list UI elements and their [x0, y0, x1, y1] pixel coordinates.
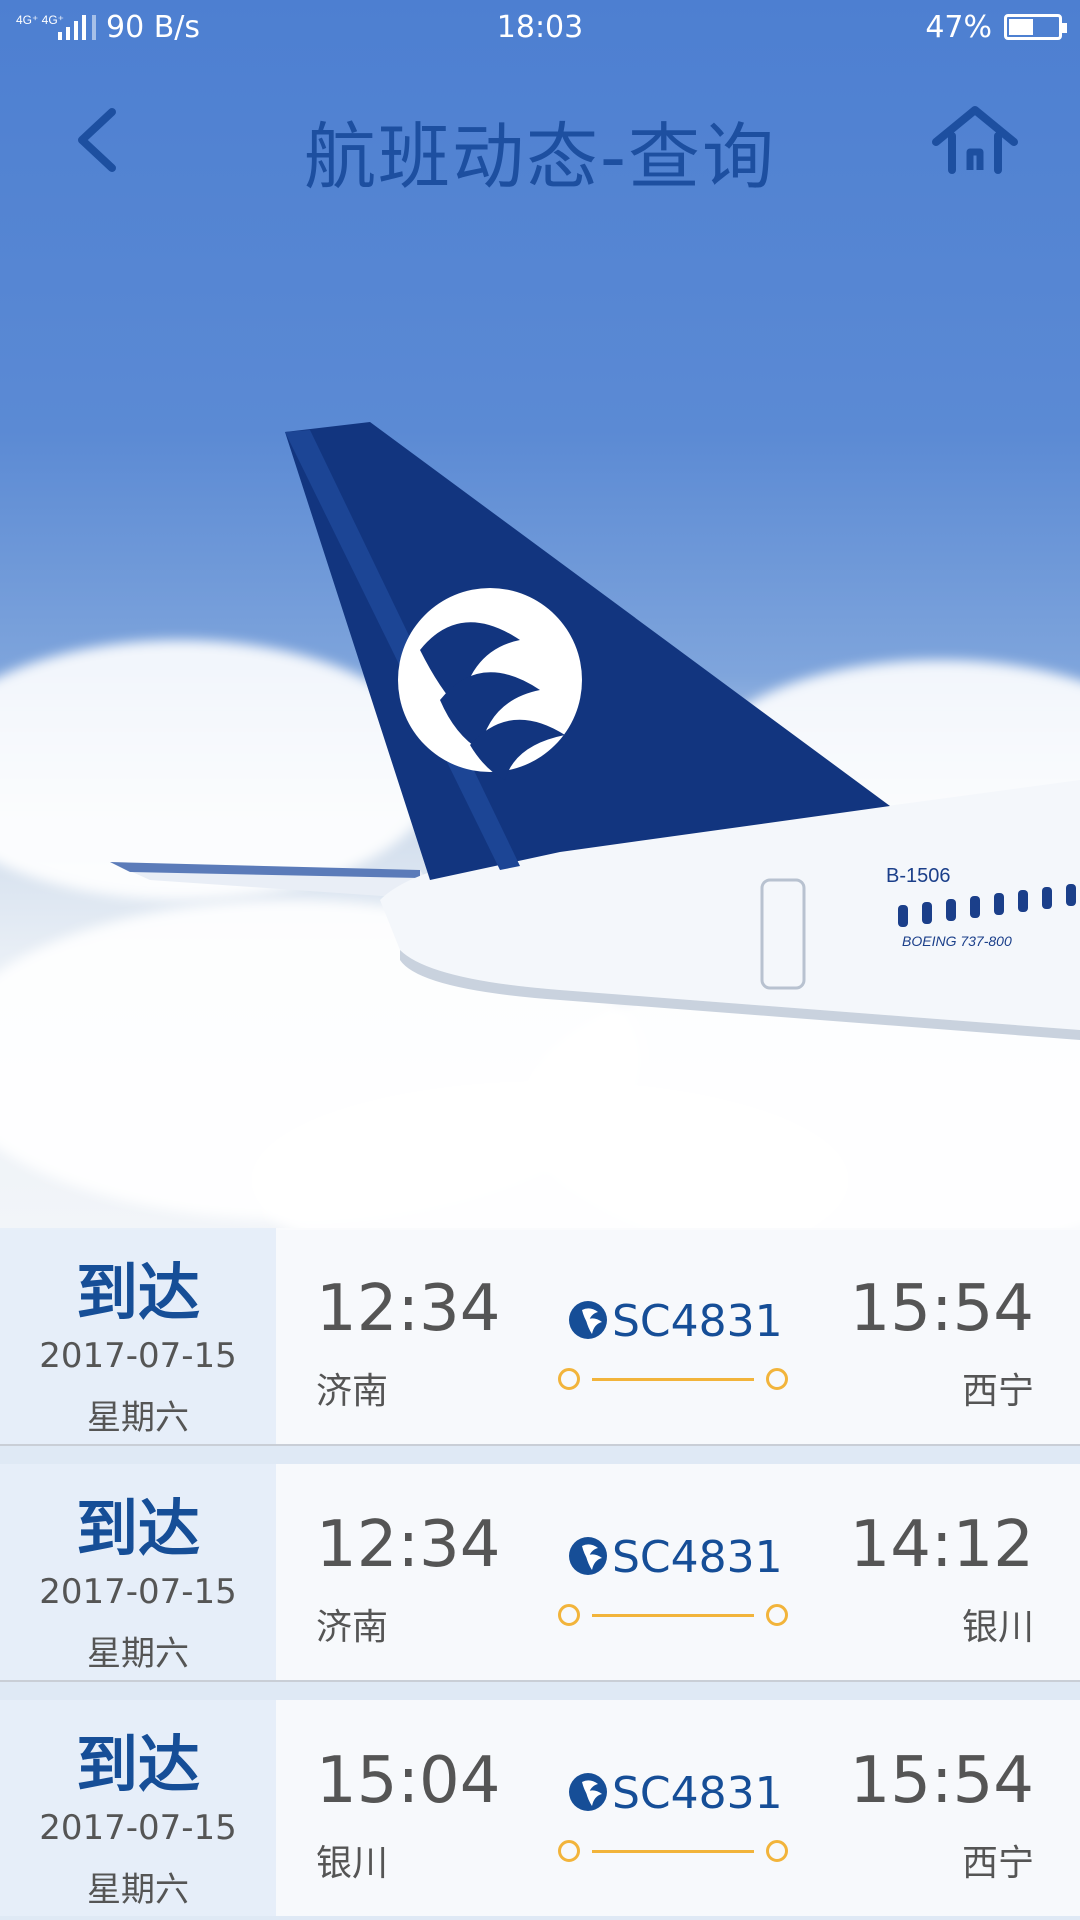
flight-number: SC4831: [612, 1532, 783, 1583]
status-bar: 4G⁺ 4G⁺ 90 B/s 18:03 47%: [0, 0, 1080, 56]
title-bar: 航班动态-查询: [0, 80, 1080, 200]
origin-dot: [558, 1840, 580, 1862]
arrival-time: 15:54: [849, 1744, 1034, 1818]
date-cell: 到达 2017-07-15 星期六: [0, 1228, 276, 1444]
row-divider: [0, 1680, 1080, 1682]
route-line: [558, 1838, 788, 1864]
arrival-city: 西宁: [961, 1843, 1034, 1884]
flight-date: 2017-07-15: [39, 1572, 237, 1612]
home-icon: [932, 106, 1018, 174]
flight-info: 12:34 济南 SC4831 14:12 银川: [276, 1464, 1080, 1680]
home-button[interactable]: [930, 100, 1020, 180]
row-divider: [0, 1444, 1080, 1446]
destination-dot: [766, 1840, 788, 1862]
destination-dot: [766, 1368, 788, 1390]
departure-city: 银川: [316, 1843, 389, 1884]
battery-icon: [1004, 14, 1067, 40]
svg-text:B-1506: B-1506: [886, 865, 951, 887]
flight-info: 15:04 银川 SC4831 15:54 西宁: [276, 1700, 1080, 1916]
flight-row[interactable]: 到达 2017-07-15 星期六 12:34 济南 SC4831 14:12: [0, 1464, 1080, 1680]
flight-number: SC4831: [612, 1768, 783, 1819]
departure-city: 济南: [316, 1607, 389, 1648]
flight-status: 到达: [75, 1256, 200, 1329]
flight-row[interactable]: 到达 2017-07-15 星期六 12:34 济南 SC4831 15:54: [0, 1228, 1080, 1444]
departure-time: 12:34: [316, 1272, 501, 1346]
date-cell: 到达 2017-07-15 星期六: [0, 1700, 276, 1916]
date-cell: 到达 2017-07-15 星期六: [0, 1464, 276, 1680]
origin-dot: [558, 1604, 580, 1626]
destination-dot: [766, 1604, 788, 1626]
departure-city: 济南: [316, 1371, 389, 1412]
arrival-time: 14:12: [849, 1508, 1034, 1582]
origin-dot: [558, 1368, 580, 1390]
battery-percentage: 47%: [925, 10, 992, 45]
flight-info: 12:34 济南 SC4831 15:54 西宁: [276, 1228, 1080, 1444]
page-title: 航班动态-查询: [304, 115, 776, 199]
route-line: [558, 1602, 788, 1628]
flight-status: 到达: [75, 1728, 200, 1801]
airline-logo-icon: [569, 1537, 607, 1575]
route-line: [558, 1366, 788, 1392]
arrival-city: 西宁: [961, 1371, 1034, 1412]
flight-weekday: 星期六: [87, 1634, 189, 1674]
departure-time: 12:34: [316, 1508, 501, 1582]
clock: 18:03: [496, 10, 584, 45]
airline-logo-icon: [569, 1773, 607, 1811]
flight-row[interactable]: 到达 2017-07-15 星期六 15:04 银川 SC4831 15:54: [0, 1700, 1080, 1916]
flight-status: 到达: [75, 1492, 200, 1565]
flight-date: 2017-07-15: [39, 1336, 237, 1376]
arrival-time: 15:54: [849, 1272, 1034, 1346]
flight-number: SC4831: [612, 1296, 783, 1347]
flight-weekday: 星期六: [87, 1870, 189, 1910]
arrival-city: 银川: [961, 1607, 1034, 1648]
svg-text:BOEING 737-800: BOEING 737-800: [902, 933, 1012, 949]
flight-date: 2017-07-15: [39, 1808, 237, 1848]
airline-logo-icon: [569, 1301, 607, 1339]
departure-time: 15:04: [316, 1744, 501, 1818]
flight-weekday: 星期六: [87, 1398, 189, 1438]
